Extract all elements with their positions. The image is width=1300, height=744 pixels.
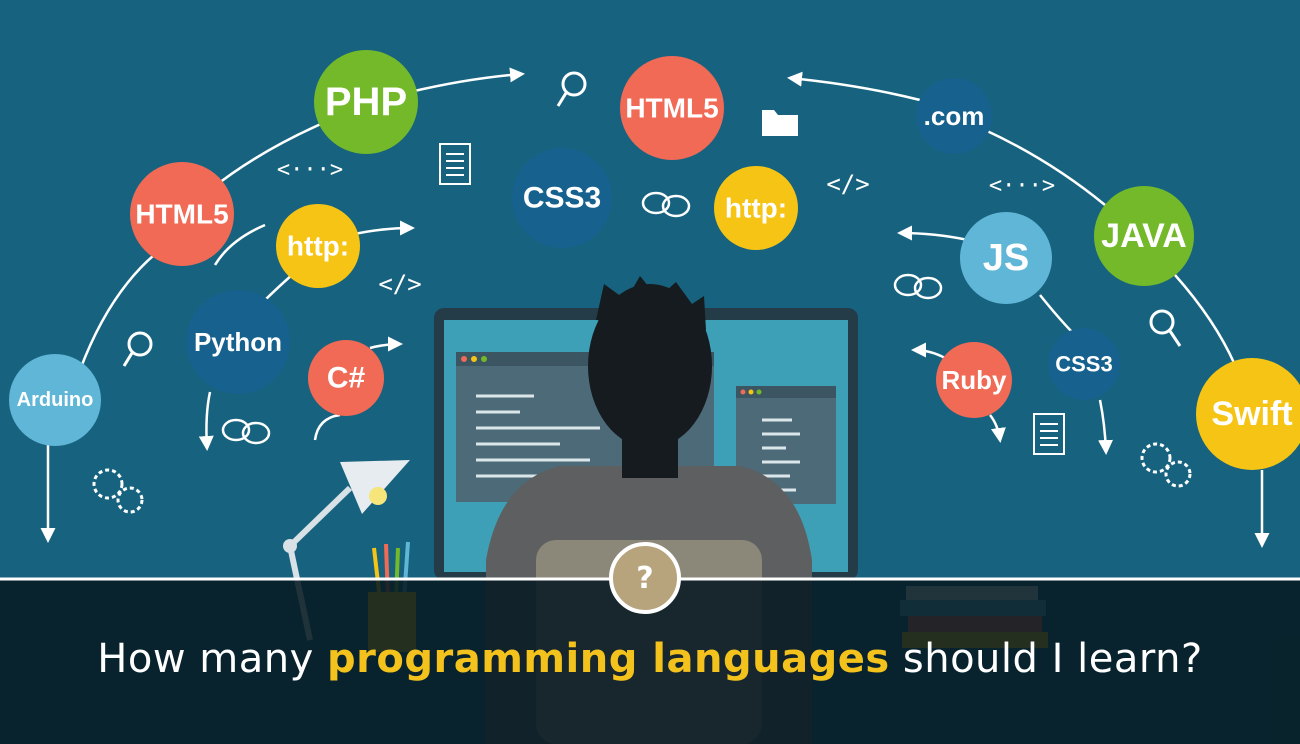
bubble-label: HTML5 [625,93,718,124]
bubble-label: CSS3 [523,182,601,215]
code-symbol: </> [378,270,421,298]
caption-before: How many [97,636,327,682]
bubble-label: PHP [325,80,407,124]
bubble-arduino: Arduino [9,354,101,446]
bubble-css3-right: CSS3 [1048,328,1120,400]
gear-icon [1140,442,1192,488]
code-symbol: </> [826,170,869,198]
document-icon [439,143,471,185]
bubble-label: Arduino [17,389,94,411]
caption-after: should I learn? [889,636,1203,682]
bubble-label: .com [924,101,985,131]
caption: How many programming languages should I … [0,636,1300,682]
bubble-ruby: Ruby [936,342,1012,418]
bubble-http-top: http: [714,166,798,250]
caption-highlight: programming languages [327,636,890,682]
gear-icon [92,468,144,514]
bubble-label: JS [983,237,1029,279]
bubble-js: JS [960,212,1052,304]
bubble-label: JAVA [1101,217,1187,255]
chat-icon [221,418,271,445]
code-symbol: <···> [989,174,1055,199]
bubble-label: http: [287,231,349,262]
help-badge: ? [609,542,681,614]
bubble-html5-left: HTML5 [130,162,234,266]
help-badge-symbol: ? [636,560,654,596]
bubble-label: http: [725,193,787,224]
bubble-label: C# [327,362,366,395]
bubble-http-left: http: [276,204,360,288]
bubble-html5-top: HTML5 [620,56,724,160]
bubble-dotcom: .com [916,78,992,154]
bubble-label: Python [194,327,282,357]
search-icon [122,331,153,367]
bubble-csharp: C# [308,340,384,416]
bubble-php: PHP [314,50,418,154]
code-symbol: <···> [277,158,343,183]
search-icon [1149,309,1182,347]
bubble-label: Swift [1211,395,1292,433]
chat-icon [893,273,943,300]
bubble-swift: Swift [1196,358,1300,470]
folder-icon [762,110,798,136]
bubble-label: HTML5 [135,199,228,230]
bubble-python: Python [186,290,290,394]
chat-icon [641,191,691,218]
document-icon [1033,413,1065,455]
search-icon [556,71,587,107]
bubble-label: CSS3 [1055,352,1112,377]
illustration: PHP HTML5 HTML5 CSS3 http: http: Python … [0,50,1300,744]
bubble-java: JAVA [1094,186,1194,286]
bubble-label: Ruby [942,365,1008,395]
bubble-css3-top: CSS3 [512,148,612,248]
